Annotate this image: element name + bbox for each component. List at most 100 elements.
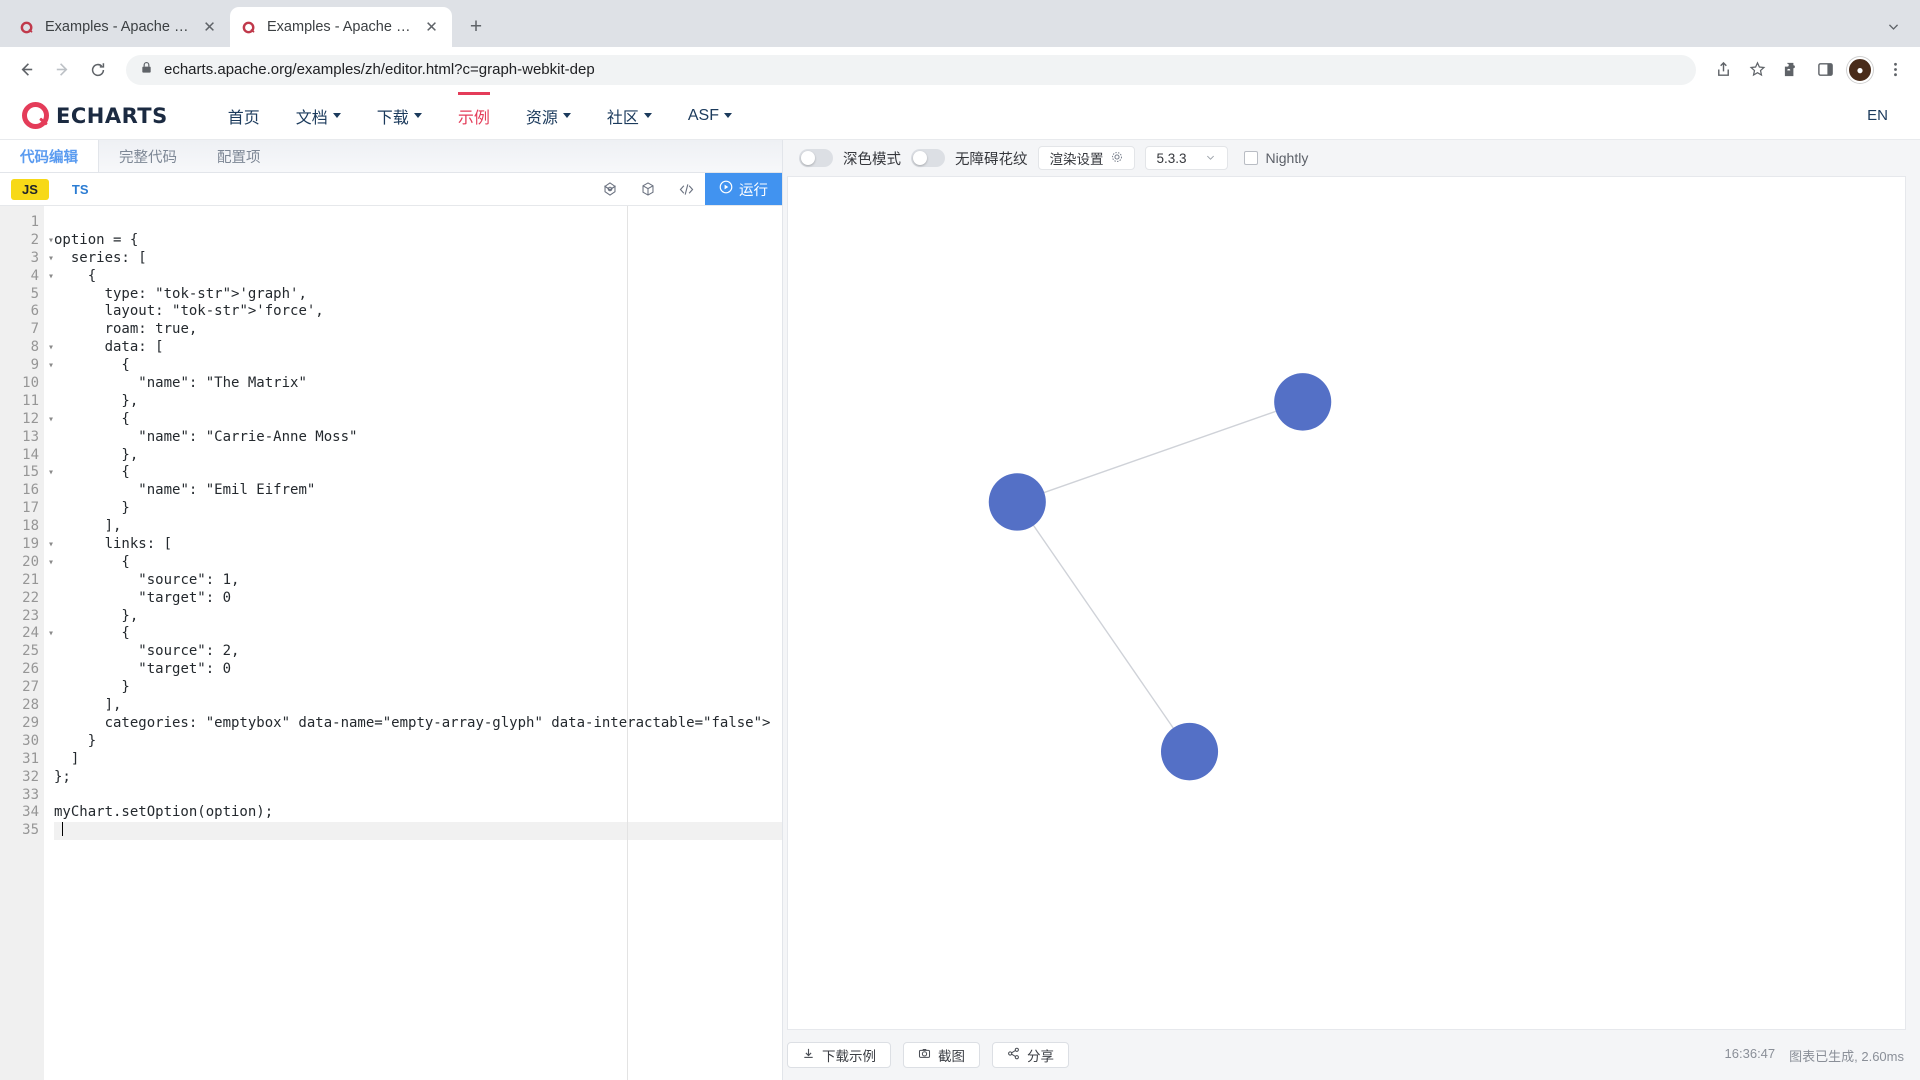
sidepanel-icon[interactable] [1810, 55, 1840, 85]
code-line: } [54, 732, 97, 749]
theme-icon[interactable] [591, 173, 629, 205]
camera-icon [918, 1047, 931, 1063]
main-nav: 首页 文档 下载 示例 资源 社区 ASF [210, 92, 750, 139]
line-number: 10 [22, 375, 39, 392]
back-icon[interactable] [10, 54, 42, 86]
browser-toolbar: echarts.apache.org/examples/zh/editor.ht… [0, 47, 1920, 92]
accessibility-label: 无障碍花纹 [955, 151, 1028, 168]
status-time: 16:36:47 [1724, 1045, 1776, 1061]
run-button[interactable]: 运行 [705, 173, 782, 205]
nightly-checkbox[interactable] [1243, 151, 1258, 165]
code-editor[interactable]: 1 2 ▾ 3 ▾ 4 ▾ 5 6 7 8 ▾ 9 ▾ 10 11 12 ▾ 13 14 15 ▾ 16 17 18 19 ▾ 20 ▾… [0, 206, 782, 1080]
dark-mode-toggle[interactable] [799, 149, 833, 167]
lang-ts-button[interactable]: TS [61, 179, 100, 200]
code-line: ], [54, 697, 122, 714]
share-icon[interactable] [1708, 55, 1738, 85]
line-number: 34 [22, 804, 39, 821]
new-tab-button[interactable]: + [461, 12, 491, 42]
nav-item-download[interactable]: 下载 [359, 92, 440, 139]
lang-js-button[interactable]: JS [11, 178, 49, 200]
extensions-icon[interactable] [1776, 55, 1806, 85]
nav-item-docs[interactable]: 文档 [278, 92, 359, 139]
screenshot-button[interactable]: 截图 [903, 1042, 980, 1068]
share-button[interactable]: 分享 [992, 1042, 1069, 1068]
line-number: 26 [22, 661, 39, 678]
graph-node[interactable] [988, 473, 1046, 531]
close-icon[interactable]: ✕ [200, 18, 219, 37]
line-number: 4 ▾ [30, 267, 54, 284]
line-number: 8 ▾ [30, 339, 54, 356]
cube-icon[interactable] [629, 173, 667, 205]
line-number: 33 [22, 786, 39, 803]
chevron-down-icon[interactable] [1878, 11, 1908, 41]
page-content: ECHARTS 首页 文档 下载 示例 资源 社区 ASF EN 代码编辑 完整… [0, 92, 1920, 1080]
line-number: 15 ▾ [22, 464, 54, 481]
screenshot-label: 截图 [938, 1049, 965, 1064]
editor-toolbar: JS TS 运行 [0, 173, 782, 206]
nav-item-asf[interactable]: ASF [670, 92, 750, 139]
code-content[interactable]: option = { series: [ { type: "tok-str">'… [44, 206, 782, 1080]
code-line: series: [ [54, 249, 147, 266]
line-number: 28 [22, 697, 39, 714]
line-number: 14 [22, 446, 39, 463]
browser-tab-2[interactable]: Examples - Apache ECharts ✕ [230, 7, 452, 47]
tab-strip: Examples - Apache ECharts ✕ Examples - A… [0, 0, 1920, 47]
editor-tabs: 代码编辑 完整代码 配置项 [0, 140, 782, 173]
tab-code-edit[interactable]: 代码编辑 [0, 140, 99, 172]
browser-tab-1[interactable]: Examples - Apache ECharts ✕ [8, 7, 230, 47]
echarts-favicon [19, 19, 36, 36]
forward-icon[interactable] [46, 54, 78, 86]
nav-item-examples[interactable]: 示例 [440, 92, 508, 139]
more-menu-icon[interactable] [1880, 55, 1910, 85]
code-line: data: [ [54, 339, 164, 356]
nav-item-home[interactable]: 首页 [210, 92, 278, 139]
code-line: { [54, 267, 97, 284]
caret-down-icon [413, 113, 422, 118]
chart-canvas[interactable] [787, 176, 1906, 1030]
version-select[interactable]: 5.3.3 [1144, 146, 1228, 170]
line-number: 35 [22, 822, 39, 839]
render-settings-button[interactable]: 渲染设置 [1037, 146, 1135, 170]
code-line: links: [ [54, 536, 173, 553]
language-switch[interactable]: EN [1867, 107, 1898, 124]
close-icon[interactable]: ✕ [422, 18, 441, 37]
status-message: 图表已生成, 2.60ms [1789, 1048, 1904, 1064]
code-line: } [54, 679, 130, 696]
download-example-button[interactable]: 下载示例 [787, 1042, 891, 1068]
avatar-initial: ● [1856, 62, 1864, 77]
code-line: "name": "Carrie-Anne Moss" [138, 428, 358, 445]
accessibility-toggle[interactable] [911, 149, 945, 167]
graph-node[interactable] [1160, 722, 1219, 781]
play-icon [719, 180, 733, 198]
line-number: 27 [22, 679, 39, 696]
download-example-label: 下载示例 [822, 1049, 876, 1064]
graph-edge [1017, 401, 1303, 503]
caret-down-icon [643, 113, 652, 118]
tab-full-code[interactable]: 完整代码 [99, 140, 197, 172]
graph-node[interactable] [1274, 373, 1332, 431]
nav-label: 首页 [227, 109, 260, 127]
code-icon[interactable] [667, 173, 705, 205]
nav-item-community[interactable]: 社区 [589, 92, 670, 139]
avatar[interactable]: ● [1847, 56, 1873, 83]
echarts-favicon [241, 19, 258, 36]
address-bar[interactable]: echarts.apache.org/examples/zh/editor.ht… [126, 54, 1696, 85]
reload-icon[interactable] [82, 54, 114, 86]
bookmark-star-icon[interactable] [1742, 55, 1772, 85]
nav-item-resources[interactable]: 资源 [508, 92, 589, 139]
code-line: type: "tok-str">'graph', [54, 285, 307, 302]
nav-label: 下载 [376, 109, 409, 127]
line-number-gutter: 1 2 ▾ 3 ▾ 4 ▾ 5 6 7 8 ▾ 9 ▾ 10 11 12 ▾ 13 14 15 ▾ 16 17 18 19 ▾ 20 ▾… [0, 206, 54, 1080]
tab-options[interactable]: 配置项 [197, 140, 281, 172]
nav-label: 社区 [606, 109, 639, 127]
code-line: }, [54, 607, 139, 624]
echarts-logo[interactable]: ECHARTS [22, 102, 168, 129]
text-cursor [62, 822, 64, 837]
editor-ruler [627, 206, 628, 1080]
line-number: 24 ▾ [22, 625, 54, 642]
line-number: 16 [22, 482, 39, 499]
url-text: echarts.apache.org/examples/zh/editor.ht… [164, 61, 595, 78]
nightly-checkbox-group[interactable]: Nightly [1243, 150, 1308, 166]
workspace: 代码编辑 完整代码 配置项 JS TS 运行 1 2 ▾ 3 ▾ 4 ▾ 5 6… [0, 140, 1920, 1080]
graph-chart [988, 373, 1332, 781]
